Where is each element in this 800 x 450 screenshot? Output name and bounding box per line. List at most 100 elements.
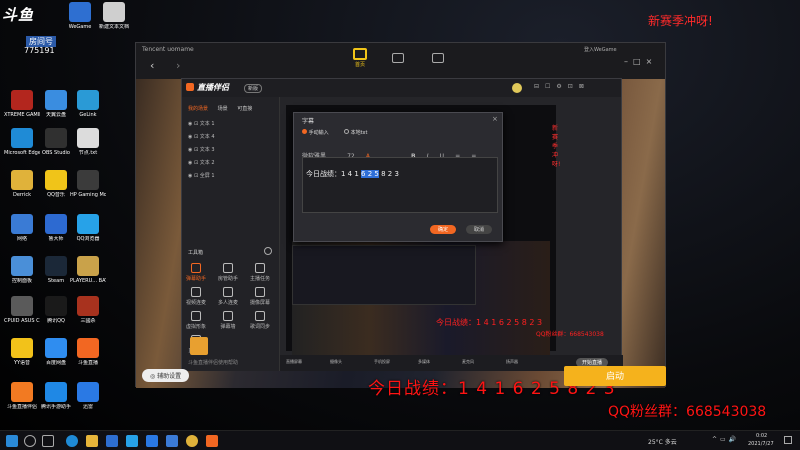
desktop-icon[interactable]: 迅雷	[70, 382, 106, 410]
search-icon[interactable]	[24, 435, 36, 447]
desktop-icon[interactable]: 斗鱼直播	[70, 338, 106, 366]
tool-button[interactable]: 歌词同步	[250, 311, 270, 330]
eye-icon[interactable]: ◉ ⊡	[188, 147, 200, 153]
tab-scenes[interactable]: 场景	[218, 106, 228, 112]
tools-header: 工具箱	[188, 250, 204, 256]
task-view-icon[interactable]	[42, 435, 54, 447]
desktop-icon-label: 节点.txt	[78, 150, 98, 156]
maximize-icon[interactable]: □	[633, 57, 646, 66]
start-button-overlay[interactable]: 启动	[564, 366, 666, 386]
desktop-icon[interactable]: YY语音	[4, 338, 40, 366]
douyu-taskbar-icon[interactable]	[206, 435, 218, 447]
desktop-icon[interactable]: 腾讯QQ	[38, 296, 74, 324]
desktop-app-icon	[45, 90, 67, 110]
edge-icon[interactable]	[66, 435, 78, 447]
tab-direct[interactable]: 可直接	[237, 106, 252, 112]
back-icon[interactable]: ‹	[150, 59, 154, 72]
wechat-icon[interactable]	[166, 435, 178, 447]
tab-my-scenes[interactable]: 我的场景	[188, 106, 208, 112]
bottom-bar-item[interactable]: 直播屏幕	[286, 359, 302, 365]
bottom-bar-item[interactable]: 摄像头	[330, 359, 342, 365]
tool-label: 房管助手	[218, 276, 239, 282]
radio-manual[interactable]: 手动输入	[302, 129, 329, 136]
tool-button[interactable]: 虚拟形象	[186, 311, 206, 330]
tools-settings-icon[interactable]	[264, 247, 272, 255]
desktop-icon[interactable]: Microsoft Edge	[4, 128, 40, 156]
tool-button[interactable]: 弹幕墙	[218, 311, 238, 330]
desktop-icon[interactable]: QQ音乐	[38, 170, 74, 198]
video-icon[interactable]	[432, 53, 444, 63]
desktop-icon[interactable]: 腾讯手游助手	[38, 382, 74, 410]
desktop-icon[interactable]: Derrick	[4, 170, 40, 198]
forward-icon[interactable]: ›	[176, 59, 180, 72]
tool-button[interactable]: 房管助手	[218, 263, 238, 282]
scene-item[interactable]: ◉ ⊡ 文本 2	[188, 158, 215, 168]
app-avatar[interactable]	[512, 83, 522, 93]
desktop-icon[interactable]: GeLink	[70, 90, 106, 118]
scene-item[interactable]: ◉ ⊡ 文本 4	[188, 132, 215, 142]
wegame-icon[interactable]	[106, 435, 118, 447]
desktop-icon[interactable]: 天翼云盘	[38, 90, 74, 118]
dialog-close-icon[interactable]: ×	[492, 115, 498, 123]
user-label[interactable]: 登入WeGame	[584, 46, 617, 53]
desktop-icon[interactable]: PLAYERU... BATTLEGR...	[70, 256, 106, 284]
bottom-bar-item[interactable]: 扬声器	[506, 359, 518, 365]
desktop-icon[interactable]: XTREME GAMIN...	[4, 90, 40, 118]
radio-file[interactable]: 本地txt	[344, 129, 367, 136]
desktop-icon[interactable]: 百度网盘	[38, 338, 74, 366]
tool-label: 弹幕墙	[220, 324, 236, 330]
notification-icon[interactable]	[784, 436, 792, 444]
start-icon[interactable]	[6, 435, 18, 447]
qq-overlay-text: QQ粉丝群：668543038	[608, 404, 767, 420]
tool-button[interactable]: 弹幕助手	[186, 263, 206, 282]
desktop-icon[interactable]: CPUID ASUS CPU-Z	[4, 296, 40, 324]
desktop-icon[interactable]: 节点.txt	[70, 128, 106, 156]
dialog-title: 字幕	[302, 118, 315, 125]
weather-text[interactable]: 25°C 多云	[648, 437, 677, 446]
desktop-icon[interactable]: Steam	[38, 256, 74, 284]
preview-side-red: 新赛季冲呀!	[552, 125, 561, 168]
clock-date[interactable]: 2021/7/27	[748, 441, 774, 447]
tool-button[interactable]: 主播任务	[250, 263, 270, 282]
desktop-icon[interactable]: QQ浏览器	[70, 214, 106, 242]
eye-icon[interactable]: ◉ ⊡	[188, 134, 200, 140]
clock-time[interactable]: 0:02	[756, 433, 767, 439]
dialog-ok-button[interactable]: 确定	[430, 225, 457, 234]
chrome-icon[interactable]	[186, 435, 198, 447]
home-tab[interactable]: 首页	[348, 48, 372, 68]
close-icon[interactable]: ×	[646, 57, 658, 66]
eye-icon[interactable]: ◉ ⊡	[188, 160, 200, 166]
desktop-icon[interactable]: 网络	[4, 214, 40, 242]
assistant-settings-button[interactable]: ◎ 辅助设置	[142, 369, 190, 382]
eye-icon[interactable]: ◉ ⊡	[188, 121, 200, 127]
store-icon[interactable]	[392, 53, 404, 63]
bottom-bar-item[interactable]: 麦克风	[462, 359, 474, 365]
tool-button[interactable]: 视频连麦	[186, 287, 206, 306]
dialog-cancel-button[interactable]: 取消	[466, 225, 493, 234]
explorer-icon[interactable]	[86, 435, 98, 447]
desktop-icon[interactable]: WeGame	[62, 2, 98, 30]
desktop-icon[interactable]: OBS Studio	[38, 128, 74, 156]
scene-item[interactable]: ◉ ⊡ 文本 1	[188, 119, 215, 129]
desktop-icon[interactable]: 控制面板	[4, 256, 40, 284]
scene-item[interactable]: ◉ ⊡ 文本 3	[188, 145, 215, 155]
desktop-icon[interactable]: 三國杀	[70, 296, 106, 324]
tool-button[interactable]: 多人连麦	[218, 287, 238, 306]
qq-browser-icon[interactable]	[126, 435, 138, 447]
desktop-icon[interactable]: 新建文本文档	[96, 2, 132, 30]
scene-item[interactable]: ◉ ⊡ 全屏 1	[188, 171, 215, 181]
bottom-bar-item[interactable]: 手机投屏	[374, 359, 390, 365]
minimize-icon[interactable]: –	[624, 57, 633, 66]
desktop-app-icon	[11, 382, 33, 402]
sidebar-tabs: 我的场景 场景 可直接	[188, 105, 252, 112]
desktop-icon[interactable]: HP Gaming Mouse G...	[70, 170, 106, 198]
bottom-bar-item[interactable]: 多媒体	[418, 359, 430, 365]
eye-icon[interactable]: ◉ ⊡	[188, 173, 200, 179]
tool-icon	[223, 311, 233, 321]
desktop-icon[interactable]: 斗鱼直播伴侣	[4, 382, 40, 410]
tool-button[interactable]: 摄像屏幕	[250, 287, 270, 306]
bird-icon[interactable]	[146, 435, 158, 447]
desktop-icon[interactable]: 鲁大师	[38, 214, 74, 242]
desktop-app-icon	[11, 256, 33, 276]
subtitle-text-area[interactable]: 今日战绩：1 4 1 6 2 5 8 2 3	[302, 157, 498, 213]
